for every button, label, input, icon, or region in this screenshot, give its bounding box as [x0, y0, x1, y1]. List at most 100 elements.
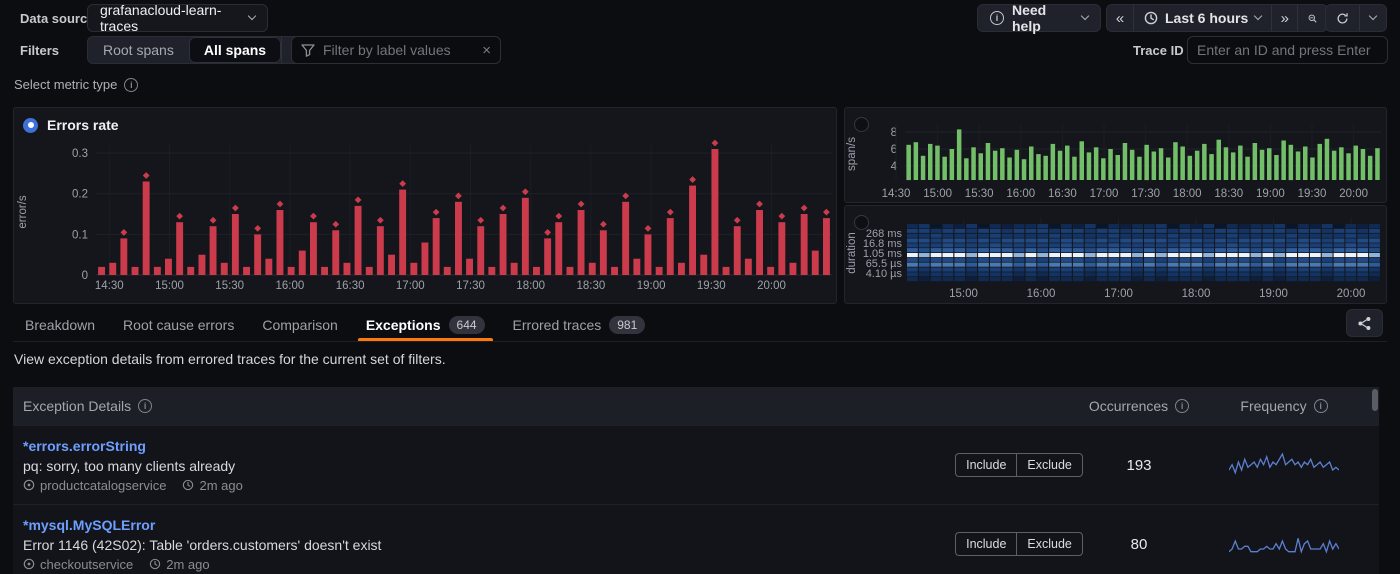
errors-rate-panel: Errors rate 14:3015:0015:3016:0016:3017:…	[13, 107, 837, 304]
tab-errored-traces[interactable]: Errored traces 981	[503, 308, 656, 341]
time-shift-back-icon[interactable]	[1107, 5, 1133, 31]
tab-label: Root cause errors	[123, 317, 234, 333]
exception-message: pq: sorry, too many clients already	[23, 458, 949, 474]
share-button[interactable]	[1346, 309, 1383, 337]
service-icon	[23, 558, 35, 570]
svg-text:14:30: 14:30	[95, 280, 124, 292]
svg-text:4: 4	[891, 161, 898, 173]
tab-exceptions[interactable]: Exceptions 644	[356, 308, 495, 341]
svg-text:19:30: 19:30	[1298, 188, 1327, 200]
service-name: checkoutservice	[23, 557, 133, 572]
funnel-icon	[301, 44, 315, 57]
svg-text:20:00: 20:00	[757, 280, 786, 292]
tab-root-cause-errors[interactable]: Root cause errors	[113, 308, 244, 341]
clock-icon	[182, 479, 194, 491]
svg-text:0.2: 0.2	[72, 189, 88, 201]
frequency-sparkline	[1229, 450, 1339, 480]
svg-text:16:30: 16:30	[1048, 188, 1077, 200]
svg-text:19:00: 19:00	[1259, 288, 1288, 300]
exception-details-cell: *errors.errorString pq: sorry, too many c…	[13, 428, 949, 503]
metric-type-heading-label: Select metric type	[14, 77, 117, 92]
include-button[interactable]: Include	[955, 532, 1016, 556]
exception-meta: checkoutservice 2m ago	[23, 557, 949, 572]
column-frequency: Frequency	[1189, 398, 1379, 414]
svg-text:span/s: span/s	[846, 137, 858, 171]
exception-meta: productcatalogservice2m ago	[23, 478, 949, 493]
exception-details-header-label: Exception Details	[23, 398, 131, 414]
occurrences-value: 193	[1089, 457, 1189, 474]
filters-label: Filters	[20, 43, 59, 58]
last-seen-label: 2m ago	[166, 557, 209, 572]
info-icon	[138, 399, 152, 413]
svg-text:error/s: error/s	[17, 195, 29, 228]
occurrences-header-label: Occurrences	[1089, 398, 1168, 414]
data-source-picker[interactable]: grafanacloud-learn-traces	[87, 4, 268, 32]
exception-type-link[interactable]: *mysql.MySQLError	[23, 517, 949, 533]
spans-rate-panel: 46814:3015:0015:3016:0016:3017:0017:3018…	[844, 107, 1387, 203]
exclude-button[interactable]: Exclude	[1016, 453, 1082, 477]
svg-text:4.10 µs: 4.10 µs	[866, 268, 903, 280]
clock-icon	[1144, 11, 1158, 25]
exceptions-description: View exception details from errored trac…	[14, 351, 446, 367]
time-shift-forward-icon[interactable]	[1271, 5, 1297, 31]
svg-text:17:00: 17:00	[1104, 288, 1133, 300]
frequency-cell	[1189, 450, 1379, 480]
tab-comparison[interactable]: Comparison	[252, 308, 347, 341]
clear-filter-icon[interactable]	[482, 42, 491, 59]
svg-text:15:00: 15:00	[155, 280, 184, 292]
exclude-button[interactable]: Exclude	[1016, 532, 1082, 556]
label-filter-input[interactable]: Filter by label values	[291, 36, 501, 64]
time-range-picker[interactable]: Last 6 hours	[1133, 5, 1271, 31]
magnifier-minus-icon	[1308, 11, 1317, 26]
refresh-interval-dropdown[interactable]	[1359, 5, 1386, 31]
refresh-button[interactable]	[1326, 5, 1359, 31]
svg-text:19:00: 19:00	[1256, 188, 1285, 200]
occurrences-value: 80	[1089, 536, 1189, 553]
metric-type-heading: Select metric type	[14, 77, 138, 92]
tab-label: Errored traces	[513, 317, 602, 333]
trace-id-input[interactable]: Enter an ID and press Enter	[1187, 36, 1388, 64]
info-icon	[1175, 399, 1189, 413]
span-scope-toggle: Root spans All spans	[87, 36, 308, 64]
svg-text:18:00: 18:00	[1182, 288, 1211, 300]
zoom-out-button[interactable]	[1297, 5, 1327, 31]
table-scrollbar[interactable]	[1372, 389, 1378, 411]
filter-actions-cell: IncludeExclude	[949, 453, 1089, 477]
tab-count-badge: 644	[449, 316, 485, 334]
need-help-button[interactable]: Need help	[977, 4, 1101, 32]
duration-panel: 15:0016:0017:0018:0019:0020:00268 ms16.8…	[844, 205, 1387, 304]
svg-text:17:30: 17:30	[456, 280, 485, 292]
exception-message: Error 1146 (42S02): Table 'orders.custom…	[23, 537, 949, 553]
tab-label: Breakdown	[25, 317, 95, 333]
tab-breakdown[interactable]: Breakdown	[15, 308, 105, 341]
span-scope-root-spans[interactable]: Root spans	[88, 37, 189, 63]
data-source-value: grafanacloud-learn-traces	[100, 2, 241, 34]
analysis-tabs: Breakdown Root cause errors Comparison Exce…	[13, 308, 1387, 342]
svg-text:17:30: 17:30	[1131, 188, 1160, 200]
time-range-label: Last 6 hours	[1165, 10, 1248, 26]
svg-text:duration: duration	[846, 232, 858, 274]
frequency-sparkline	[1229, 529, 1339, 559]
svg-text:20:00: 20:00	[1337, 288, 1366, 300]
svg-text:16:00: 16:00	[1027, 288, 1056, 300]
exception-type-link[interactable]: *errors.errorString	[23, 438, 949, 454]
spans-rate-chart: 46814:3015:0015:3016:0016:3017:0017:3018…	[845, 108, 1386, 202]
svg-text:15:30: 15:30	[965, 188, 994, 200]
frequency-header-label: Frequency	[1240, 398, 1306, 414]
span-scope-all-spans[interactable]: All spans	[189, 37, 281, 63]
share-icon	[1357, 316, 1372, 331]
include-button[interactable]: Include	[955, 453, 1016, 477]
duration-heatmap-chart: 15:0016:0017:0018:0019:0020:00268 ms16.8…	[845, 206, 1386, 303]
svg-text:14:30: 14:30	[882, 188, 911, 200]
need-help-label: Need help	[1012, 2, 1074, 34]
last-seen: 2m ago	[182, 478, 242, 493]
svg-text:16:30: 16:30	[336, 280, 365, 292]
tab-count-badge: 981	[609, 316, 645, 334]
svg-text:19:00: 19:00	[637, 280, 666, 292]
data-source-label: Data source	[20, 11, 94, 26]
info-icon	[1314, 399, 1328, 413]
svg-text:18:30: 18:30	[1214, 188, 1243, 200]
time-picker-group: Last 6 hours	[1106, 4, 1328, 32]
info-icon	[990, 11, 1004, 25]
tab-label: Exceptions	[366, 317, 441, 333]
